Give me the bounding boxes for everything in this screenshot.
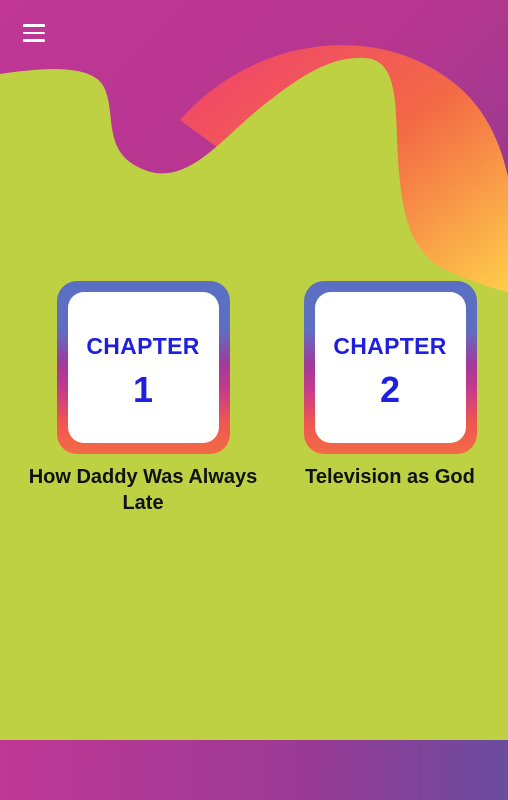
chapter-1-title[interactable]: How Daddy Was Always Late (23, 464, 263, 516)
hamburger-menu-icon-bar (23, 39, 45, 42)
chapter-1-label: CHAPTER (86, 333, 200, 359)
chapter-2-title[interactable]: Television as God (270, 464, 508, 490)
chapter-1-card: CHAPTER 1 (67, 292, 219, 443)
chapter-1-tile[interactable]: CHAPTER 1 (56, 281, 230, 454)
chapter-1-number: 1 (132, 369, 154, 410)
chapter-2-item[interactable]: CHAPTER 2 Television as God (270, 281, 508, 490)
app-screen: CHAPTER 1 How Daddy Was Always Late CHAP… (0, 0, 508, 800)
chapter-2-number: 2 (379, 369, 401, 410)
chapter-2-label: CHAPTER (333, 333, 447, 359)
chapter-2-tile[interactable]: CHAPTER 2 (303, 281, 477, 454)
hamburger-menu-button[interactable] (14, 16, 54, 50)
hamburger-menu-icon (23, 24, 45, 27)
chapter-2-card: CHAPTER 2 (314, 292, 466, 443)
hamburger-menu-icon-bar (23, 31, 45, 35)
chapter-1-item[interactable]: CHAPTER 1 How Daddy Was Always Late (23, 281, 263, 516)
bottom-band (0, 740, 508, 800)
